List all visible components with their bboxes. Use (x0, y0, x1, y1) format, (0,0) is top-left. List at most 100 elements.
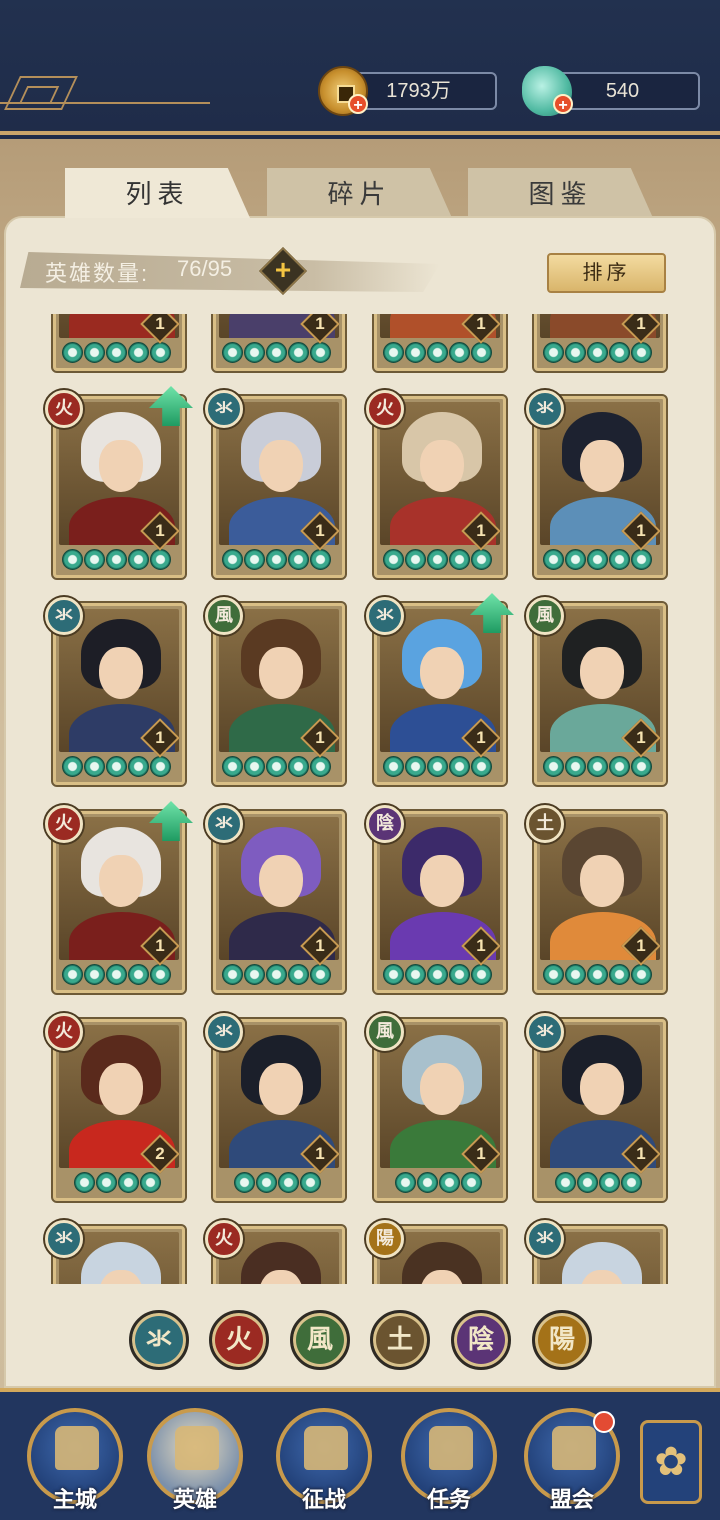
jade-star-icon (62, 342, 83, 363)
notification-dot (593, 1411, 615, 1433)
element-fire-icon: 火 (45, 1013, 83, 1051)
add-jade-button[interactable]: + (553, 94, 573, 114)
hero-card[interactable]: 1 (211, 314, 347, 373)
jade-star-icon (471, 964, 492, 985)
jade-star-icon (266, 342, 287, 363)
jade-star-icon (234, 1172, 255, 1193)
add-coins-button[interactable]: + (348, 94, 368, 114)
top-bar (0, 0, 720, 135)
hero-level: 1 (636, 521, 646, 540)
tab-fragments[interactable]: 碎片 (267, 168, 452, 218)
hero-level: 1 (636, 728, 646, 747)
jade-star-icon (555, 1172, 576, 1193)
element-wind-icon: 風 (366, 1013, 404, 1051)
hero-level: 1 (636, 314, 646, 333)
jade-star-icon (471, 549, 492, 570)
jade-star-icon (310, 342, 331, 363)
jade-star-icon (244, 549, 265, 570)
star-rating (543, 964, 652, 986)
star-rating (234, 1172, 321, 1194)
hero-icon (175, 1426, 219, 1470)
hero-level: 1 (476, 314, 486, 333)
element-water-icon: 氺 (526, 1220, 564, 1258)
hero-level: 1 (636, 1144, 646, 1163)
hero-level: 1 (155, 728, 165, 747)
hero-level-badge: 1 (140, 314, 180, 344)
hero-count-value: 76/95 (177, 256, 233, 281)
hero-grid[interactable]: 11111火1氺1火1氺1氺1風1氺1風1火1氺1陰1土2火1氺1風1氺氺火陽氺 (20, 314, 700, 1284)
jade-star-icon (266, 964, 287, 985)
jade-star-icon (150, 756, 171, 777)
star-rating (543, 756, 652, 778)
star-rating (543, 342, 652, 364)
jade-star-icon (449, 964, 470, 985)
hero-card[interactable]: 1 (372, 314, 508, 373)
jade-star-icon (244, 964, 265, 985)
more-menu-button[interactable] (640, 1420, 702, 1504)
tab-codex[interactable]: 图鉴 (468, 168, 653, 218)
hero-count-label: 英雄数量: (45, 261, 150, 286)
hero-level: 1 (315, 521, 325, 540)
star-rating (222, 756, 331, 778)
jade-star-icon (631, 342, 652, 363)
filter-yin-button[interactable]: 陰 (451, 1310, 511, 1370)
filter-earth-button[interactable]: 土 (370, 1310, 430, 1370)
jade-star-icon (449, 549, 470, 570)
jade-star-icon (310, 756, 331, 777)
jade-star-icon (310, 964, 331, 985)
jade-star-icon (84, 756, 105, 777)
star-rating (543, 549, 652, 571)
hero-level-badge: 1 (300, 314, 340, 344)
hero-card[interactable]: 1 (532, 314, 668, 373)
tab-list[interactable]: 列表 (65, 168, 250, 218)
jade-star-icon (587, 342, 608, 363)
jade-star-icon (128, 549, 149, 570)
star-rating (62, 964, 171, 986)
jade-star-icon (266, 756, 287, 777)
nav-label: 英雄 (172, 1487, 217, 1512)
jade-star-icon (395, 1172, 416, 1193)
element-water-icon: 氺 (45, 597, 83, 635)
element-water-icon: 氺 (526, 1013, 564, 1051)
jade-star-icon (427, 964, 448, 985)
jade-star-icon (417, 1172, 438, 1193)
hero-level: 1 (636, 936, 646, 955)
jade-star-icon (405, 756, 426, 777)
element-water-icon: 氺 (205, 390, 243, 428)
jade-star-icon (471, 756, 492, 777)
sort-button[interactable]: 排序 (547, 253, 666, 293)
jade-star-icon (599, 1172, 620, 1193)
star-rating (74, 1172, 161, 1194)
hero-level-badge: 1 (461, 314, 501, 344)
jade-star-icon (300, 1172, 321, 1193)
city-icon (55, 1426, 99, 1470)
star-rating (395, 1172, 482, 1194)
star-rating (383, 342, 492, 364)
jade-star-icon (150, 342, 171, 363)
jade-star-icon (150, 964, 171, 985)
jade-star-icon (631, 756, 652, 777)
jade-star-icon (84, 964, 105, 985)
jade-star-icon (106, 342, 127, 363)
jade-star-icon (62, 964, 83, 985)
jade-star-icon (543, 342, 564, 363)
element-water-icon: 氺 (45, 1220, 83, 1258)
filter-yang-button[interactable]: 陽 (532, 1310, 592, 1370)
filter-water-button[interactable]: 氺 (129, 1310, 189, 1370)
element-fire-icon: 火 (366, 390, 404, 428)
star-rating (62, 342, 171, 364)
filter-wind-button[interactable]: 風 (290, 1310, 350, 1370)
jade-star-icon (222, 342, 243, 363)
jade-star-icon (266, 549, 287, 570)
jade-star-icon (587, 964, 608, 985)
filter-fire-button[interactable]: 火 (209, 1310, 269, 1370)
jade-star-icon (256, 1172, 277, 1193)
element-water-icon: 氺 (205, 1013, 243, 1051)
jade-star-icon (106, 756, 127, 777)
hero-card[interactable]: 1 (51, 314, 187, 373)
jade-star-icon (405, 342, 426, 363)
jade-star-icon (244, 342, 265, 363)
hero-level-badge: 1 (621, 314, 661, 344)
jade-star-icon (461, 1172, 482, 1193)
element-fire-icon: 火 (45, 805, 83, 843)
